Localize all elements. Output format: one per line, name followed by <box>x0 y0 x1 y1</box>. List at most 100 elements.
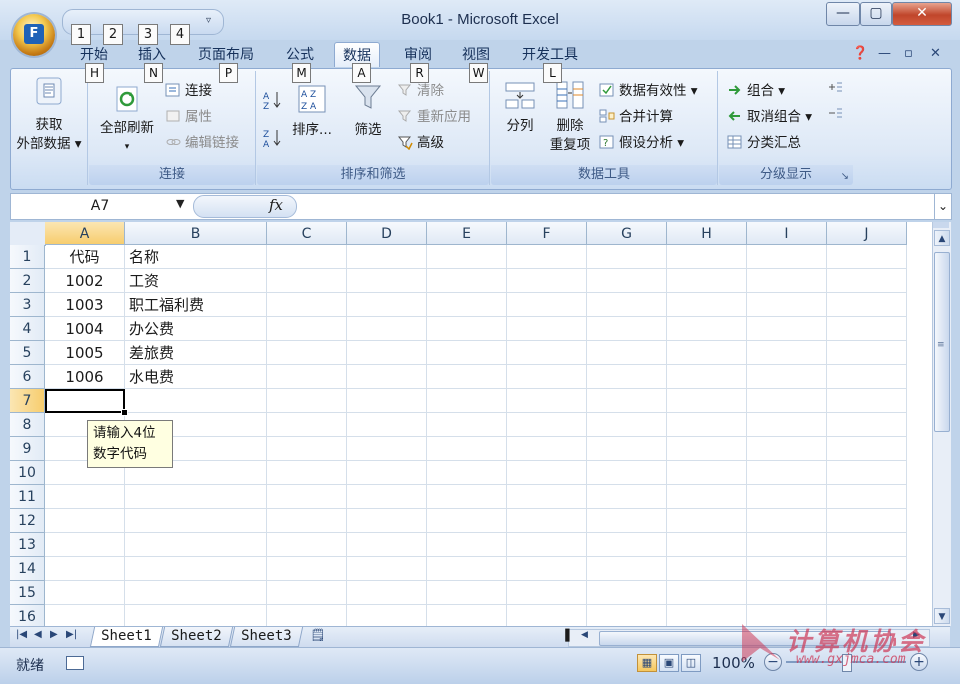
cell-d11[interactable] <box>347 485 427 509</box>
cell-j11[interactable] <box>827 485 907 509</box>
edit-links-button[interactable]: 编辑链接 <box>165 131 239 151</box>
zoom-out-icon[interactable]: − <box>764 653 782 671</box>
column-header-c[interactable]: C <box>267 222 347 245</box>
what-if-button[interactable]: ? 假设分析 ▾ <box>599 131 684 151</box>
cell-e14[interactable] <box>427 557 507 581</box>
cell-b14[interactable] <box>125 557 267 581</box>
cell-c4[interactable] <box>267 317 347 341</box>
text-to-columns-button[interactable]: 分列 <box>495 79 545 136</box>
cell-b6[interactable]: 水电费 <box>125 365 267 389</box>
cell-i11[interactable] <box>747 485 827 509</box>
zoom-slider-thumb[interactable] <box>842 654 852 672</box>
cell-h5[interactable] <box>667 341 747 365</box>
cell-h6[interactable] <box>667 365 747 389</box>
cell-a12[interactable] <box>45 509 125 533</box>
cell-b13[interactable] <box>125 533 267 557</box>
cell-h13[interactable] <box>667 533 747 557</box>
properties-button[interactable]: 属性 <box>165 105 212 125</box>
cell-b3[interactable]: 职工福利费 <box>125 293 267 317</box>
cell-f2[interactable] <box>507 269 587 293</box>
sort-button[interactable]: A Z Z A 排序... <box>287 85 337 140</box>
row-header-10[interactable]: 10 <box>10 461 45 485</box>
cell-a6[interactable]: 1006 <box>45 365 125 389</box>
cell-e10[interactable] <box>427 461 507 485</box>
cell-e12[interactable] <box>427 509 507 533</box>
cell-h12[interactable] <box>667 509 747 533</box>
cell-c8[interactable] <box>267 413 347 437</box>
sort-asc-button[interactable]: AZ <box>263 89 287 112</box>
cell-e13[interactable] <box>427 533 507 557</box>
cell-f15[interactable] <box>507 581 587 605</box>
cell-f8[interactable] <box>507 413 587 437</box>
cell-g8[interactable] <box>587 413 667 437</box>
cell-j3[interactable] <box>827 293 907 317</box>
scroll-right-icon[interactable]: ▶ <box>913 630 920 640</box>
cell-c15[interactable] <box>267 581 347 605</box>
cell-f13[interactable] <box>507 533 587 557</box>
hscroll-split-icon[interactable]: ▐ <box>561 629 569 642</box>
cell-e16[interactable] <box>427 605 507 626</box>
row-header-6[interactable]: 6 <box>10 365 45 389</box>
cell-j10[interactable] <box>827 461 907 485</box>
cell-g16[interactable] <box>587 605 667 626</box>
cell-i2[interactable] <box>747 269 827 293</box>
cell-f12[interactable] <box>507 509 587 533</box>
cell-f4[interactable] <box>507 317 587 341</box>
cell-i7[interactable] <box>747 389 827 413</box>
cell-h7[interactable] <box>667 389 747 413</box>
cell-h15[interactable] <box>667 581 747 605</box>
cell-a2[interactable]: 1002 <box>45 269 125 293</box>
cell-d1[interactable] <box>347 245 427 269</box>
cell-a3[interactable]: 1003 <box>45 293 125 317</box>
subtotal-button[interactable]: 分类汇总 <box>727 131 801 151</box>
cell-c13[interactable] <box>267 533 347 557</box>
cell-h3[interactable] <box>667 293 747 317</box>
minimize-button[interactable]: — <box>826 2 860 26</box>
cell-d8[interactable] <box>347 413 427 437</box>
maximize-button[interactable]: ▢ <box>860 2 892 26</box>
cell-b1[interactable]: 名称 <box>125 245 267 269</box>
cell-a14[interactable] <box>45 557 125 581</box>
cell-i15[interactable] <box>747 581 827 605</box>
row-header-5[interactable]: 5 <box>10 341 45 365</box>
cell-c5[interactable] <box>267 341 347 365</box>
cell-i6[interactable] <box>747 365 827 389</box>
cell-j15[interactable] <box>827 581 907 605</box>
cell-e3[interactable] <box>427 293 507 317</box>
cell-b15[interactable] <box>125 581 267 605</box>
cell-c6[interactable] <box>267 365 347 389</box>
cell-i9[interactable] <box>747 437 827 461</box>
cell-d12[interactable] <box>347 509 427 533</box>
cell-b5[interactable]: 差旅费 <box>125 341 267 365</box>
cell-b11[interactable] <box>125 485 267 509</box>
cell-f16[interactable] <box>507 605 587 626</box>
cell-f11[interactable] <box>507 485 587 509</box>
vertical-scrollbar[interactable]: ▲ ≡ ▼ <box>932 222 951 626</box>
column-header-f[interactable]: F <box>507 222 587 245</box>
cell-a13[interactable] <box>45 533 125 557</box>
cell-g9[interactable] <box>587 437 667 461</box>
office-button[interactable]: F <box>13 14 55 56</box>
cell-d3[interactable] <box>347 293 427 317</box>
cell-a11[interactable] <box>45 485 125 509</box>
cell-j12[interactable] <box>827 509 907 533</box>
cell-i8[interactable] <box>747 413 827 437</box>
cell-f9[interactable] <box>507 437 587 461</box>
cell-i10[interactable] <box>747 461 827 485</box>
horizontal-scrollbar[interactable]: ▐ ◀ ▶ <box>561 629 930 647</box>
cell-f6[interactable] <box>507 365 587 389</box>
cell-i4[interactable] <box>747 317 827 341</box>
sheet-tab-2[interactable]: Sheet2 <box>159 627 233 647</box>
cell-b7[interactable] <box>125 389 267 413</box>
cell-h9[interactable] <box>667 437 747 461</box>
get-external-data-button[interactable]: 获取 外部数据 ▾ <box>15 75 83 154</box>
cell-b4[interactable]: 办公费 <box>125 317 267 341</box>
cell-e4[interactable] <box>427 317 507 341</box>
scroll-up-icon[interactable]: ▲ <box>934 230 950 246</box>
cell-f5[interactable] <box>507 341 587 365</box>
active-cell-cursor[interactable] <box>45 389 125 413</box>
row-header-2[interactable]: 2 <box>10 269 45 293</box>
cell-e15[interactable] <box>427 581 507 605</box>
row-header-16[interactable]: 16 <box>10 605 45 626</box>
cell-i16[interactable] <box>747 605 827 626</box>
